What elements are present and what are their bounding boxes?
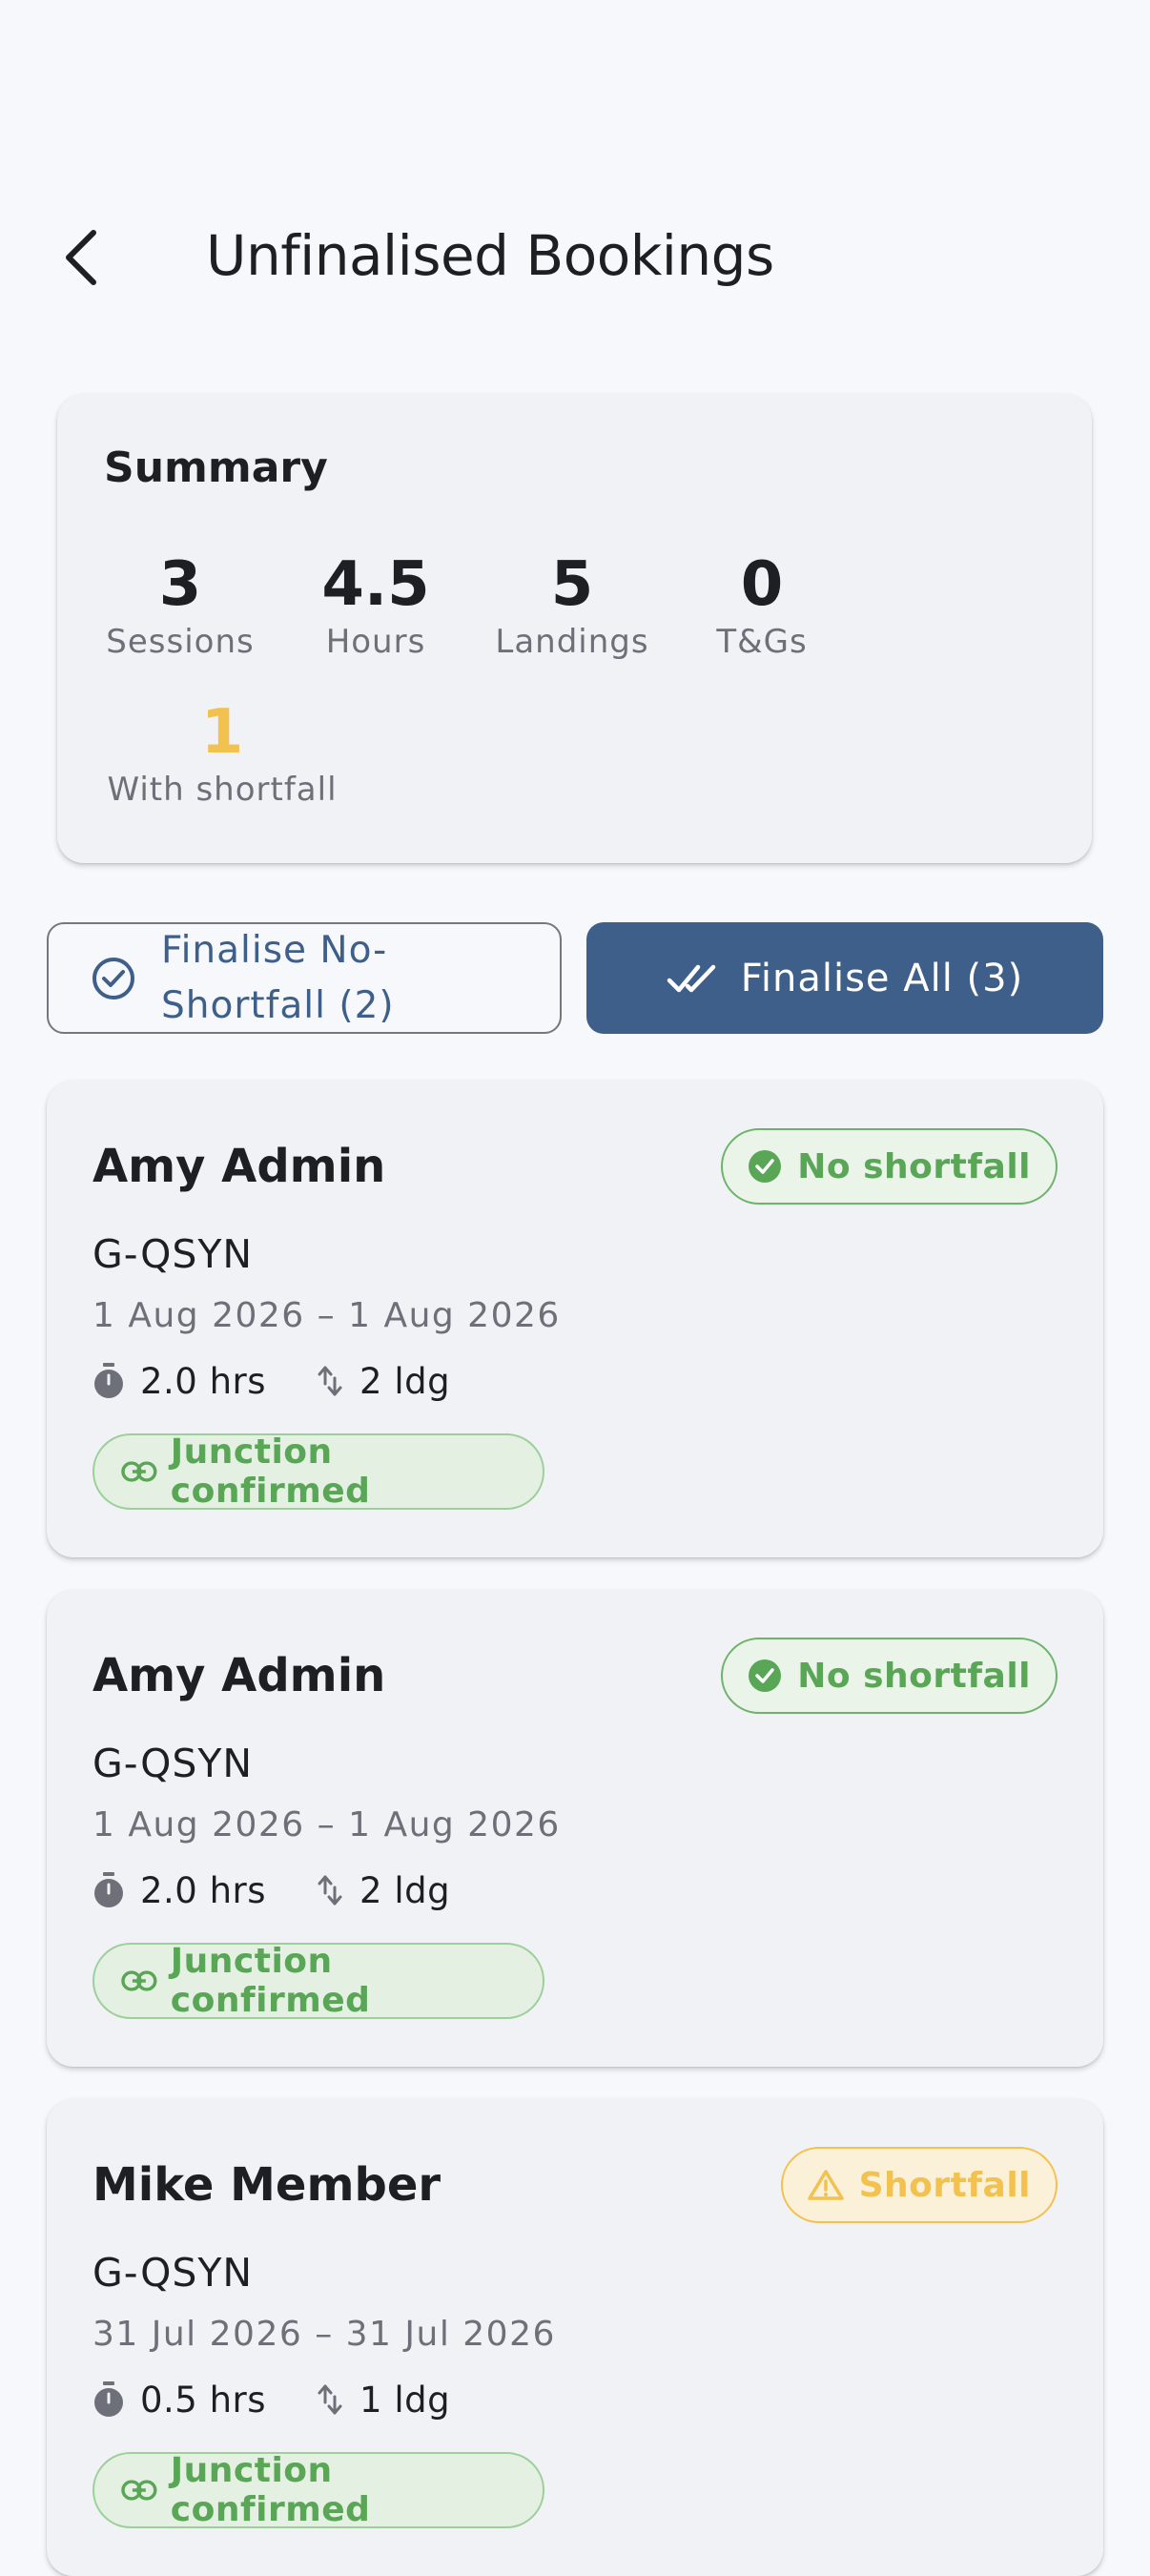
stat-sessions-value: 3 bbox=[158, 549, 202, 620]
finalise-all-button[interactable]: Finalise All (3) bbox=[586, 922, 1103, 1034]
status-badge: Shortfall bbox=[780, 2147, 1058, 2223]
stat-hours-label: Hours bbox=[325, 623, 426, 661]
junction-badge-text: Junction confirmed bbox=[170, 2451, 371, 2529]
stat-shortfall-value: 1 bbox=[200, 697, 244, 768]
flight-hours: 0.5 hrs bbox=[140, 2379, 267, 2421]
aircraft-registration: G-QSYN bbox=[92, 2250, 254, 2296]
junction-badge: Junction confirmed bbox=[92, 1942, 544, 2020]
stat-landings: 5 Landings bbox=[491, 546, 653, 661]
status-badge-text: Shortfall bbox=[858, 2165, 1031, 2205]
member-name: Amy Admin bbox=[92, 1649, 386, 1702]
app-bar: Unfinalised Bookings bbox=[0, 191, 1150, 324]
status-badge: No shortfall bbox=[721, 1128, 1058, 1205]
status-badge-text: No shortfall bbox=[797, 1146, 1031, 1186]
back-button[interactable] bbox=[46, 219, 114, 296]
flight-hours: 2.0 hrs bbox=[140, 1869, 267, 1911]
page-title: Unfinalised Bookings bbox=[206, 223, 774, 288]
booking-metrics: 2.0 hrs 2 ldg bbox=[92, 1357, 450, 1405]
booking-card[interactable]: Mike Member Shortfall G-QSYN 31 Jul 2026… bbox=[47, 2099, 1103, 2576]
summary-card: Summary 3 Sessions 4.5 Hours 5 Landings … bbox=[57, 394, 1092, 863]
aircraft-registration: G-QSYN bbox=[92, 1231, 254, 1277]
stat-tgs-value: 0 bbox=[740, 549, 784, 620]
junction-badge-text: Junction confirmed bbox=[170, 1942, 371, 2020]
stat-sessions-label: Sessions bbox=[106, 623, 255, 661]
swap-vert-icon bbox=[318, 1366, 342, 1396]
chevron-left-icon bbox=[66, 230, 96, 285]
link-icon bbox=[121, 1461, 157, 1482]
link-icon bbox=[121, 1970, 157, 1991]
junction-badge: Junction confirmed bbox=[92, 1432, 544, 1511]
finalise-no-shortfall-button[interactable]: Finalise No- Shortfall (2) bbox=[47, 922, 562, 1034]
booking-dates: 31 Jul 2026 – 31 Jul 2026 bbox=[92, 2315, 556, 2354]
junction-badge-text: Junction confirmed bbox=[170, 1432, 371, 1511]
aircraft-registration: G-QSYN bbox=[92, 1741, 254, 1786]
swap-vert-icon bbox=[318, 2384, 342, 2415]
member-name: Amy Admin bbox=[92, 1140, 386, 1193]
booking-metrics: 0.5 hrs 1 ldg bbox=[92, 2376, 450, 2423]
landings-count: 2 ldg bbox=[359, 1869, 451, 1911]
done-all-icon bbox=[667, 964, 716, 992]
booking-card[interactable]: Amy Admin No shortfall G-QSYN 1 Aug 2026… bbox=[47, 1590, 1103, 2067]
timer-icon bbox=[94, 2381, 123, 2417]
stat-hours-value: 4.5 bbox=[321, 549, 430, 620]
stat-landings-label: Landings bbox=[495, 623, 649, 661]
status-badge-text: No shortfall bbox=[797, 1656, 1031, 1696]
stat-hours: 4.5 Hours bbox=[314, 546, 438, 661]
finalise-no-shortfall-line1: Finalise No- bbox=[161, 928, 388, 972]
stat-shortfall: 1 With shortfall bbox=[104, 694, 340, 809]
timer-icon bbox=[94, 1872, 123, 1907]
summary-title: Summary bbox=[104, 443, 328, 492]
stat-shortfall-label: With shortfall bbox=[107, 771, 338, 809]
flight-hours: 2.0 hrs bbox=[140, 1360, 267, 1402]
booking-dates: 1 Aug 2026 – 1 Aug 2026 bbox=[92, 1296, 561, 1335]
stat-tgs: 0 T&Gs bbox=[708, 546, 815, 661]
status-badge: No shortfall bbox=[721, 1638, 1058, 1714]
member-name: Mike Member bbox=[92, 2158, 442, 2212]
junction-badge: Junction confirmed bbox=[92, 2451, 544, 2529]
finalise-no-shortfall-line2: Shortfall (2) bbox=[161, 983, 395, 1027]
stat-landings-value: 5 bbox=[550, 549, 594, 620]
link-icon bbox=[121, 2480, 157, 2501]
timer-icon bbox=[94, 1363, 123, 1398]
finalise-all-label: Finalise All (3) bbox=[740, 956, 1024, 1000]
stat-tgs-label: T&Gs bbox=[716, 623, 808, 661]
finalise-no-shortfall-label: Finalise No- Shortfall (2) bbox=[161, 923, 395, 1034]
booking-metrics: 2.0 hrs 2 ldg bbox=[92, 1866, 450, 1914]
warning-icon bbox=[807, 2170, 844, 2200]
landings-count: 2 ldg bbox=[359, 1360, 451, 1402]
booking-dates: 1 Aug 2026 – 1 Aug 2026 bbox=[92, 1805, 561, 1844]
swap-vert-icon bbox=[318, 1875, 342, 1906]
check-circle-icon bbox=[749, 1150, 782, 1183]
check-circle-outline-icon bbox=[92, 957, 134, 999]
booking-card[interactable]: Amy Admin No shortfall G-QSYN 1 Aug 2026… bbox=[47, 1081, 1103, 1557]
check-circle-icon bbox=[749, 1659, 782, 1692]
landings-count: 1 ldg bbox=[359, 2379, 451, 2421]
stat-sessions: 3 Sessions bbox=[104, 546, 257, 661]
